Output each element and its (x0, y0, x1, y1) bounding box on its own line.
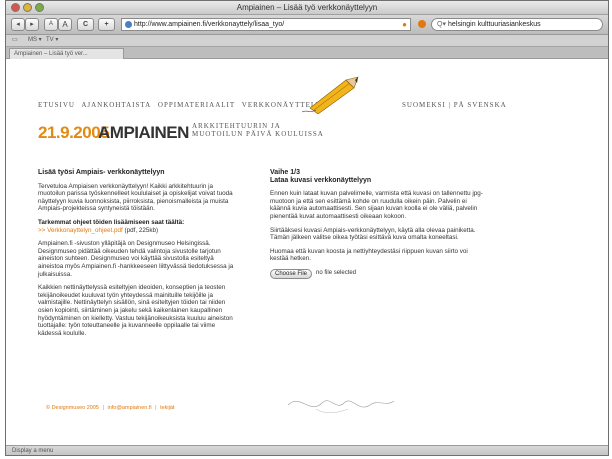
forward-button[interactable]: ▸ (25, 18, 39, 31)
instructions-heading: Tarkemmat ohjeet töiden lisäämiseen saat… (38, 218, 185, 226)
browser-toolbar: ◂ ▸ A A C + http://www.ampiainen.fi/verk… (6, 15, 608, 35)
site-owner-text: Ampiainen.fi -sivuston ylläpitäjä on Des… (38, 240, 234, 278)
tab-ampiainen[interactable]: Ampiainen – Lisää työ ver... (9, 48, 124, 59)
bookmarks-book-icon[interactable]: ▭ (12, 35, 18, 46)
logo-name[interactable]: AMPIAINEN (98, 123, 189, 143)
lang-swedish[interactable]: PÅ SVENSKA (454, 101, 507, 109)
lang-finnish[interactable]: SUOMEKSI (402, 101, 446, 109)
bookmark-ms[interactable]: MS ▾ (28, 35, 42, 46)
web-page: ETUSIVU AJANKOHTAISTA OPPIMATERIAALIT VE… (6, 59, 608, 445)
right-column: Vaihe 1/3 Lataa kuvasi verkkonäyttelyyn … (270, 169, 485, 279)
lang-separator: | (448, 101, 451, 109)
intro-text: Tervetuloa Ampiaisen verkkonäyttelyyn! K… (38, 182, 233, 213)
choose-file-button[interactable]: Choose File (270, 268, 313, 279)
search-text: helsingin kulttuuriasiankeskus (448, 21, 541, 28)
browser-window: Ampiainen – Lisää työ verkkonäyttelyyn ◂… (5, 0, 609, 456)
upload-how-to: Siirtääksesi kuvasi Ampiais-verkkonäytte… (270, 226, 476, 242)
search-field[interactable]: Q▾ helsingin kulttuuriasiankeskus (431, 18, 603, 31)
upload-heading: Lataa kuvasi verkkonäyttelyyn (270, 176, 372, 184)
stop-loading-icon[interactable] (418, 20, 426, 28)
status-bar: Display a menu (6, 445, 608, 455)
footer-email-link[interactable]: info@ampiainen.fi (107, 405, 151, 411)
add-bookmark-button[interactable]: + (98, 18, 115, 31)
reload-button[interactable]: C (77, 18, 94, 31)
address-bar[interactable]: http://www.ampiainen.fi/verkkonayttely/l… (121, 18, 411, 31)
text-larger-button[interactable]: A (58, 18, 72, 31)
instructions-meta: (pdf, 225kb) (124, 226, 159, 234)
site-icon (125, 21, 132, 28)
bookmarks-bar: ▭ MS ▾ TV ▾ (6, 35, 608, 47)
left-column: Lisää työsi Ampiais- verkkonäyttelyyn Te… (38, 169, 238, 343)
nav-oppimateriaalit[interactable]: OPPIMATERIAALIT (158, 101, 235, 109)
language-switcher: SUOMEKSI | PÅ SVENSKA (402, 101, 507, 109)
footer-credits-link[interactable]: tekijät (160, 405, 174, 411)
instructions-pdf-link[interactable]: >> Verkkonayttelyn_ohjeet.pdf (38, 227, 123, 234)
back-button[interactable]: ◂ (11, 18, 25, 31)
rss-icon[interactable]: ● (402, 20, 407, 30)
instructions-line: >> Verkkonayttelyn_ohjeet.pdf (pdf, 225k… (38, 227, 238, 235)
main-nav: ETUSIVU AJANKOHTAISTA OPPIMATERIAALIT VE… (38, 101, 326, 109)
page-footer: © Designmuseo 2005 | info@ampiainen.fi |… (46, 405, 174, 411)
bookmark-tv[interactable]: TV ▾ (46, 35, 58, 46)
file-upload-row: Choose File no file selected (270, 268, 485, 279)
tab-bar: Ampiainen – Lisää työ ver... (6, 47, 608, 59)
footer-separator: | (155, 405, 157, 411)
footer-separator: | (102, 405, 104, 411)
search-icon: Q▾ (437, 21, 446, 28)
upload-instructions: Ennen kuin lataat kuvan palvelimelle, va… (270, 190, 483, 220)
copyright-text: Kaikkien nettinäyttelyssä esiteltyjen id… (38, 284, 233, 337)
logo-subtitle: ARKKITEHTUURIN JA MUOTOILUN PÄIVÄ KOULUI… (192, 122, 324, 138)
left-heading: Lisää työsi Ampiais- verkkonäyttelyyn (38, 169, 165, 176)
window-title: Ampiainen – Lisää työ verkkonäyttelyyn (236, 3, 378, 12)
title-bar: Ampiainen – Lisää työ verkkonäyttelyyn (6, 1, 608, 15)
footer-copyright: © Designmuseo 2005 (46, 405, 99, 411)
logo-subtitle-line1: ARKKITEHTUURIN JA (192, 122, 281, 130)
address-text: http://www.ampiainen.fi/verkkonayttely/l… (134, 21, 285, 28)
swirl-decoration (287, 400, 395, 413)
text-smaller-button[interactable]: A (44, 18, 58, 31)
nav-ajankohtaista[interactable]: AJANKOHTAISTA (81, 101, 151, 109)
nav-etusivu[interactable]: ETUSIVU (38, 101, 75, 109)
logo-subtitle-line2: MUOTOILUN PÄIVÄ KOULUISSA (192, 130, 324, 138)
upload-note: Huomaa että kuvan koosta ja nettiyhteyde… (270, 247, 468, 263)
step-indicator: Vaihe 1/3 (270, 169, 300, 176)
pencil-illustration (302, 76, 359, 114)
file-status: no file selected (316, 270, 357, 277)
